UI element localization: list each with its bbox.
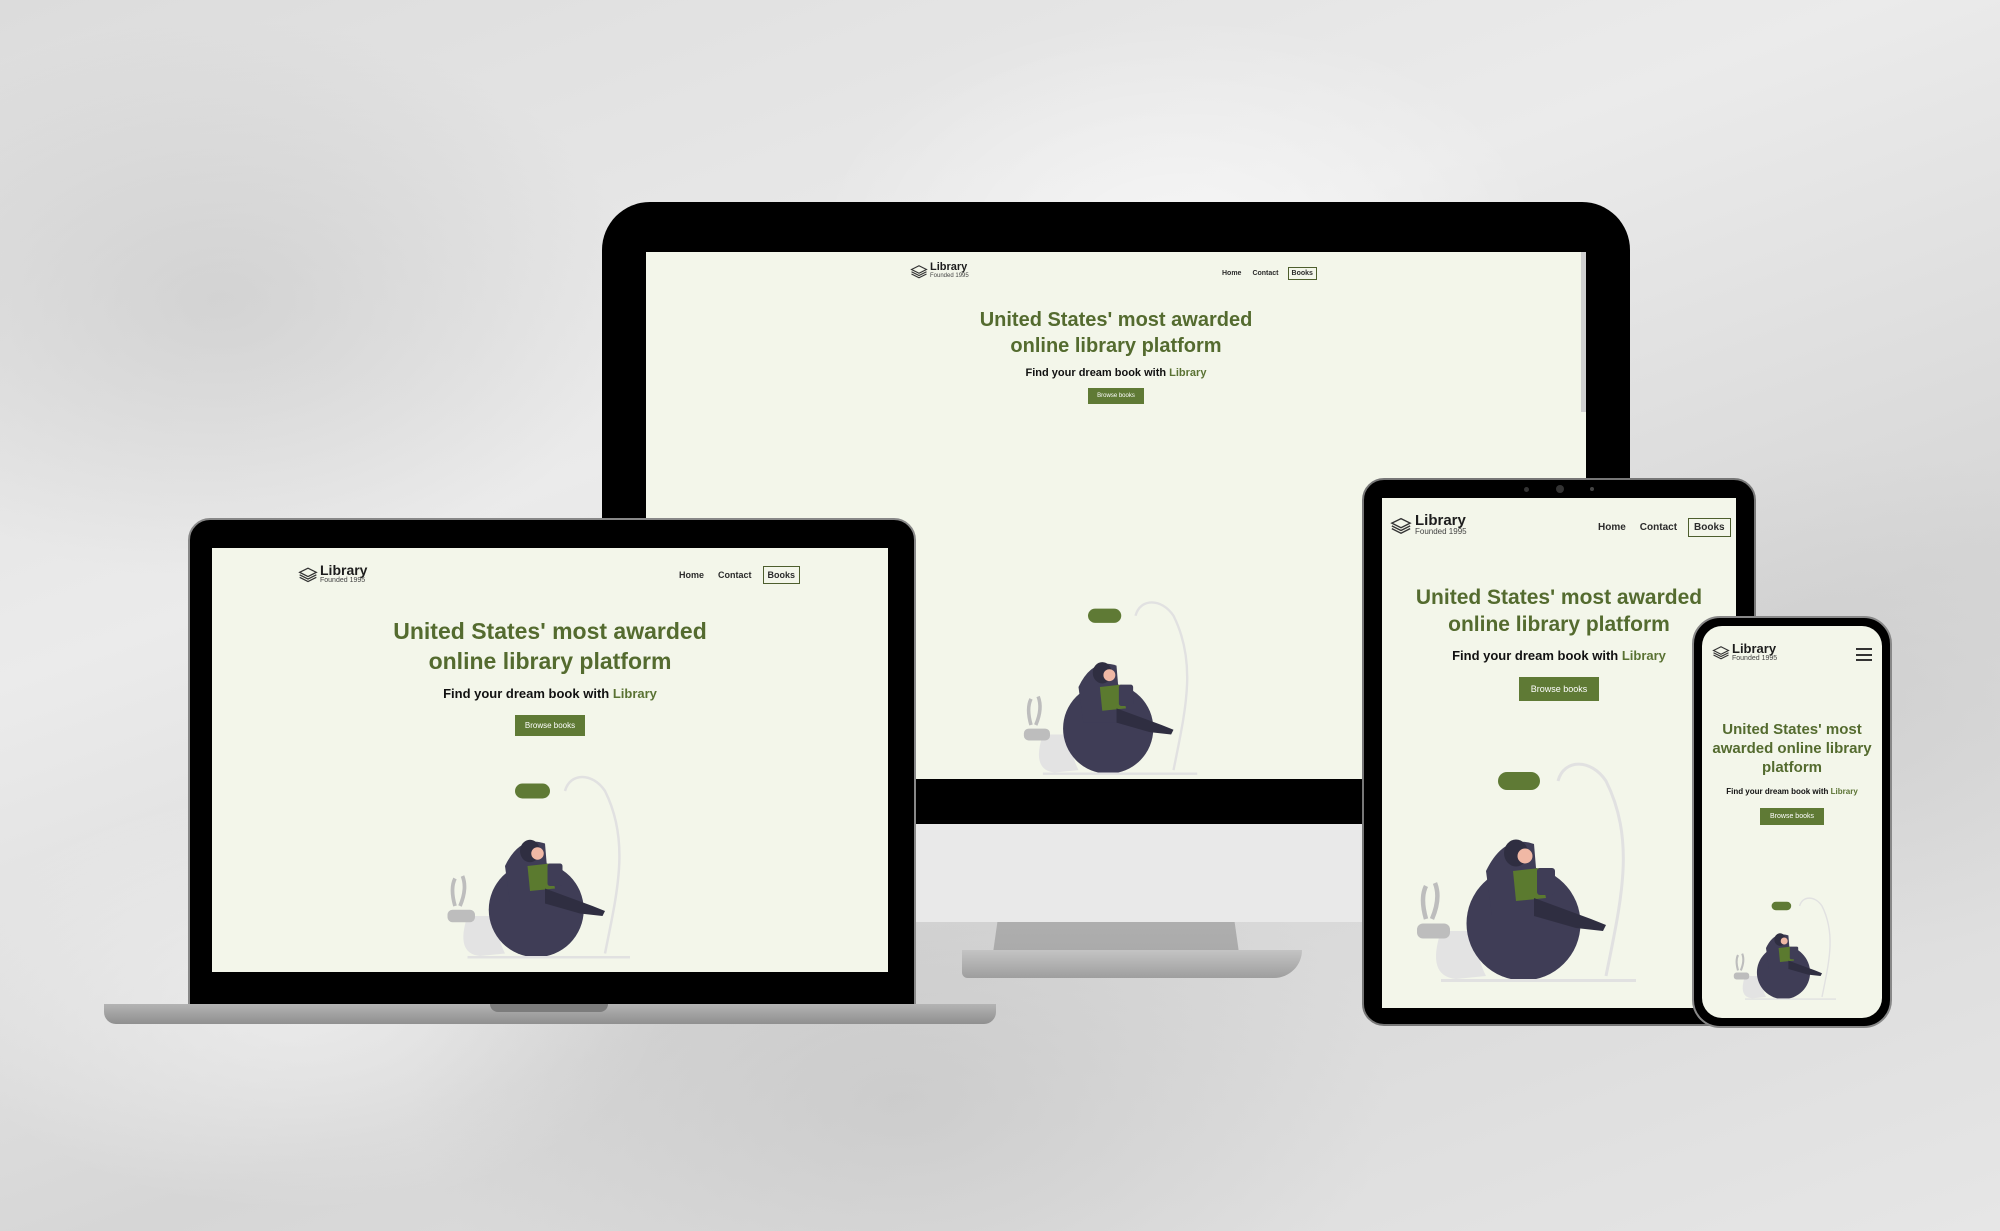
hero-subtitle: Find your dream book with Library — [1726, 787, 1858, 796]
reading-woman-illustration — [447, 775, 630, 959]
website: Library Founded 1995 Home Contact Books … — [1382, 498, 1736, 1008]
reading-illustration — [1724, 888, 1864, 1008]
browse-books-button[interactable]: Browse books — [1088, 388, 1144, 404]
brand-name: Library — [320, 562, 368, 578]
hero-title: United States' most awarded online libra… — [1415, 586, 1703, 636]
tablet-screen: Library Founded 1995 Home Contact Books … — [1382, 498, 1736, 1008]
nav-home[interactable]: Home — [679, 570, 704, 580]
hero-subtitle: Find your dream book with Library — [1025, 367, 1207, 379]
nav-home[interactable]: Home — [1222, 270, 1241, 277]
brand-name: Library — [1732, 641, 1777, 656]
nav-contact[interactable]: Contact — [1640, 522, 1677, 533]
reading-woman-illustration — [1733, 897, 1836, 1000]
tablet-camera — [1524, 485, 1594, 493]
brand-logo[interactable]: Library Founded 1995 — [910, 262, 969, 279]
nav-contact[interactable]: Contact — [718, 570, 752, 580]
reading-illustration — [1396, 746, 1696, 996]
brand-tagline: Founded 1995 — [930, 273, 969, 279]
laptop-notch — [490, 1004, 608, 1012]
brand-logo[interactable]: Library Founded 1995 — [298, 563, 367, 584]
reading-illustration — [430, 766, 680, 966]
phone-screen: Library Founded 1995 United States' most… — [1702, 626, 1882, 1018]
reading-illustration — [1006, 592, 1246, 779]
brand-logo[interactable]: Library Founded 1995 — [1712, 642, 1777, 662]
books-logo-icon — [910, 264, 928, 278]
monitor-stand-base — [962, 950, 1302, 978]
laptop: Library Founded 1995 Home Contact Books … — [104, 518, 996, 1028]
books-logo-icon — [298, 566, 318, 582]
browse-books-button[interactable]: Browse books — [1760, 808, 1824, 825]
nav-books[interactable]: Books — [1688, 518, 1731, 537]
nav-books[interactable]: Books — [1287, 267, 1317, 280]
website: Library Founded 1995 United States' most… — [1702, 626, 1882, 1018]
browse-books-button[interactable]: Browse books — [514, 715, 586, 736]
website: Library Founded 1995 Home Contact Books … — [212, 548, 888, 972]
phone: Library Founded 1995 United States' most… — [1692, 616, 1892, 1028]
hero-title: United States' most awarded online libra… — [393, 618, 707, 674]
hero-subtitle: Find your dream book with Library — [1452, 648, 1666, 663]
laptop-screen: Library Founded 1995 Home Contact Books … — [212, 548, 888, 972]
reading-woman-illustration — [1417, 762, 1636, 982]
brand-name: Library — [930, 261, 968, 273]
browse-books-button[interactable]: Browse books — [1518, 677, 1600, 701]
nav-books[interactable]: Books — [762, 566, 801, 584]
hamburger-menu-icon[interactable] — [1856, 648, 1872, 661]
books-logo-icon — [1390, 517, 1412, 534]
hero-subtitle: Find your dream book with Library — [443, 686, 657, 701]
nav-contact[interactable]: Contact — [1252, 270, 1278, 277]
brand-tagline: Founded 1995 — [1732, 655, 1778, 662]
brand-logo[interactable]: Library Founded 1995 — [1390, 513, 1467, 536]
nav-home[interactable]: Home — [1598, 522, 1626, 533]
hero-title: United States' most awarded online libra… — [979, 309, 1253, 357]
books-logo-icon — [1712, 646, 1730, 660]
reading-woman-illustration — [1023, 601, 1198, 775]
brand-tagline: Founded 1995 — [320, 577, 366, 584]
brand-tagline: Founded 1995 — [1415, 527, 1467, 536]
brand-name: Library — [1415, 512, 1466, 529]
hero-title: United States' most awarded online libra… — [1712, 721, 1872, 776]
